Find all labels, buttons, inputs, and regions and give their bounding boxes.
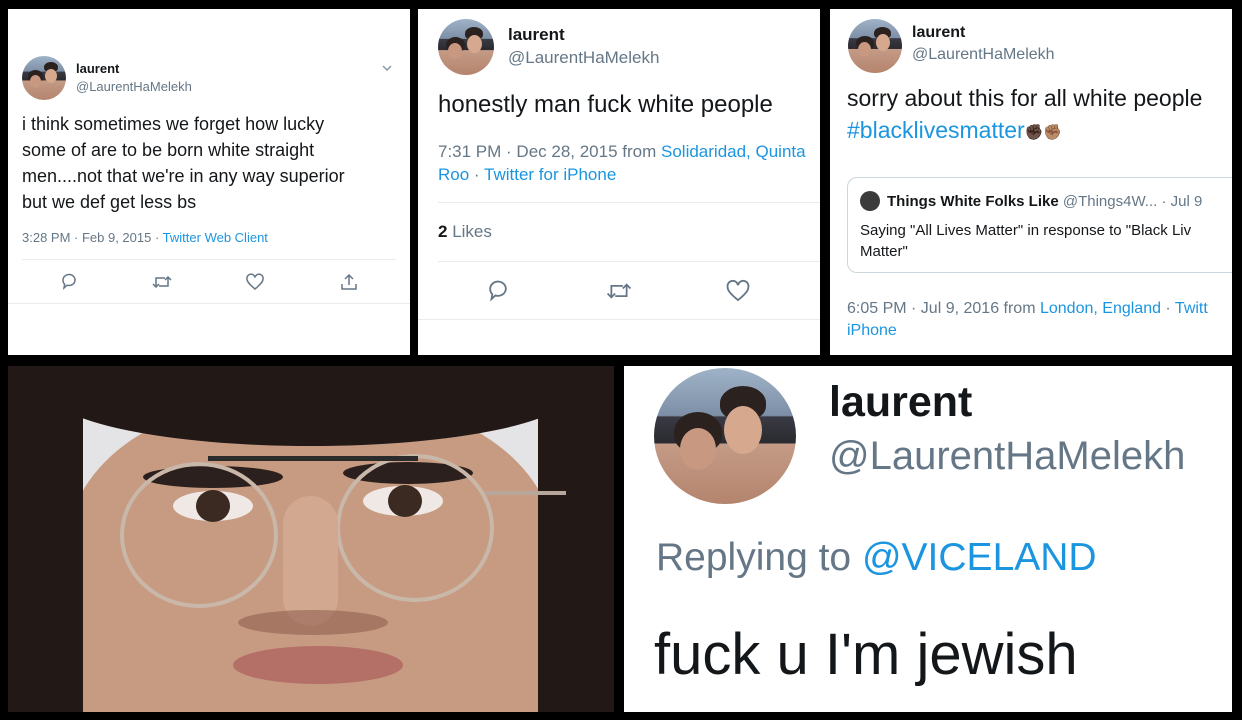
client-link[interactable]: Twitter Web Client: [163, 230, 268, 245]
location-link[interactable]: Solidaridad, Quinta: [661, 142, 806, 161]
display-name[interactable]: laurent: [829, 378, 972, 427]
separator: ·: [469, 165, 484, 184]
reply-icon[interactable]: [59, 271, 79, 291]
tweet-hashtag-line: #blacklivesmatter✊🏿✊🏽: [847, 117, 1062, 144]
share-icon[interactable]: [339, 272, 359, 292]
location-link-cont[interactable]: Roo: [438, 165, 469, 184]
divider: [418, 319, 820, 320]
user-handle[interactable]: @LaurentHaMelekh: [508, 48, 659, 68]
separator: ·: [1160, 300, 1175, 317]
timestamp[interactable]: 7:31 PM · Dec 28, 2015 from: [438, 142, 661, 161]
tweet-text: honestly man fuck white people: [438, 91, 773, 118]
quoted-tweet[interactable]: Things White Folks Like @Things4W... · J…: [847, 177, 1232, 273]
avatar[interactable]: [438, 19, 494, 75]
avatar[interactable]: [848, 19, 902, 73]
divider: [22, 259, 396, 260]
tweet-text: i think sometimes we forget how lucky so…: [22, 111, 345, 215]
likes-count[interactable]: 2 Likes: [438, 222, 492, 242]
tweet-text-line: men....not that we're in any way superio…: [22, 166, 345, 186]
raised-fist-emoji: ✊🏿✊🏽: [1024, 123, 1063, 141]
face-photo: [8, 366, 614, 712]
heart-icon[interactable]: [725, 278, 751, 304]
avatar[interactable]: [654, 368, 796, 504]
timestamp[interactable]: 3:28 PM · Feb 9, 2015 ·: [22, 230, 163, 245]
tweet-card-1: laurent @LaurentHaMelekh i think sometim…: [8, 9, 410, 355]
quoted-display-name[interactable]: Things White Folks Like: [887, 193, 1059, 210]
user-handle[interactable]: @LaurentHaMelekh: [829, 434, 1185, 479]
tweet-text: fuck u I'm jewish: [654, 622, 1078, 687]
tweet-card-5: laurent @LaurentHaMelekh Replying to @VI…: [624, 366, 1232, 712]
client-link[interactable]: Twitt: [1175, 300, 1208, 317]
location-link[interactable]: London, England: [1040, 300, 1161, 317]
quoted-text-line: Saying "All Lives Matter" in response to…: [860, 222, 1192, 239]
tweet-timestamp: 6:05 PM · Jul 9, 2016 from London, Engla…: [847, 298, 1208, 342]
display-name[interactable]: laurent: [912, 24, 965, 42]
quoted-date: · Jul 9: [1161, 193, 1203, 210]
quoted-text-line: Matter": [860, 243, 908, 260]
hashtag-link[interactable]: #blacklivesmatter: [847, 117, 1025, 143]
retweet-icon[interactable]: [605, 278, 633, 304]
user-handle[interactable]: @LaurentHaMelekh: [76, 79, 192, 94]
client-link[interactable]: Twitter for iPhone: [484, 165, 616, 184]
display-name[interactable]: laurent: [76, 61, 119, 76]
retweet-icon[interactable]: [151, 272, 173, 292]
likes-label: Likes: [447, 222, 492, 241]
tweet-card-3: laurent @LaurentHaMelekh sorry about thi…: [830, 9, 1232, 355]
divider: [8, 303, 410, 304]
quoted-handle[interactable]: @Things4W...: [1063, 193, 1157, 210]
tweet-timestamp: 3:28 PM · Feb 9, 2015 · Twitter Web Clie…: [22, 230, 268, 245]
chevron-down-icon[interactable]: [380, 61, 394, 75]
replying-to-label: Replying to: [656, 536, 862, 579]
display-name[interactable]: laurent: [508, 25, 565, 45]
tweet-timestamp: 7:31 PM · Dec 28, 2015 from Solidaridad,…: [438, 140, 820, 186]
divider: [438, 202, 820, 203]
glasses-left-lens: [120, 462, 278, 608]
tweet-text: sorry about this for all white people: [847, 85, 1203, 111]
avatar[interactable]: [22, 56, 66, 100]
heart-icon[interactable]: [245, 272, 265, 292]
reply-icon[interactable]: [485, 277, 511, 303]
reply-mention-link[interactable]: @VICELAND: [862, 536, 1097, 579]
client-link-cont[interactable]: iPhone: [847, 320, 1208, 342]
tweet-text-line: i think sometimes we forget how lucky: [22, 114, 325, 134]
glasses-right-lens: [336, 454, 494, 602]
tweet-text-line: some of are to be born white straight: [22, 140, 315, 160]
timestamp[interactable]: 6:05 PM · Jul 9, 2016 from: [847, 300, 1040, 317]
quoted-avatar[interactable]: [860, 191, 880, 211]
tweet-text-line: but we def get less bs: [22, 192, 197, 212]
tweet-card-2: laurent @LaurentHaMelekh honestly man fu…: [418, 9, 820, 355]
user-handle[interactable]: @LaurentHaMelekh: [912, 46, 1055, 64]
divider: [438, 261, 820, 262]
reply-context: Replying to @VICELAND: [656, 536, 1097, 580]
